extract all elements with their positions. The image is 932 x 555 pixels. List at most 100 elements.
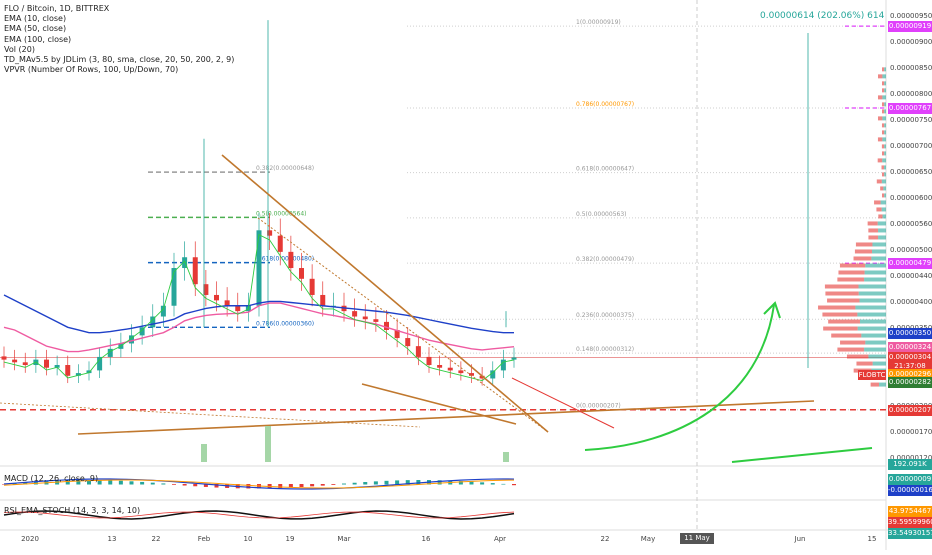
vpvr-bar-down: [882, 193, 885, 198]
vpvr-bar-up: [884, 81, 886, 86]
fib-left-label: 0.618(0.00000480): [256, 256, 314, 263]
vpvr-bar-up: [865, 340, 886, 345]
candle-body: [437, 365, 443, 368]
indicator-value-label: 39.59599960: [888, 517, 932, 528]
price-label: 0.00000207: [888, 404, 932, 416]
macd-histogram: [299, 484, 304, 488]
arrow-line: [731, 447, 873, 463]
candle-body: [352, 311, 358, 317]
vpvr-bar-down: [825, 291, 859, 296]
vpvr-bar-up: [884, 130, 886, 135]
indicator-ema50[interactable]: EMA (50, close): [4, 24, 234, 34]
indicator-value-label: -0.00000016: [888, 485, 932, 496]
macd-histogram: [310, 484, 315, 487]
macd-histogram: [480, 482, 485, 485]
fib-right-label: 0.786(0.00000767): [576, 101, 634, 108]
price-label: 0.00000767: [888, 102, 932, 114]
vpvr-bar-up: [883, 165, 886, 170]
candle-body: [288, 251, 294, 269]
x-axis-tick: 22: [600, 535, 610, 543]
candle-body: [447, 367, 453, 371]
x-axis-tick: 19: [285, 535, 295, 543]
x-axis-tick: 13: [107, 535, 117, 543]
indicator-ema10[interactable]: EMA (10, close): [4, 14, 234, 24]
vpvr-bar-up: [871, 256, 886, 261]
candle-body: [12, 359, 18, 363]
vpvr-bar-down: [877, 95, 883, 100]
rsi-label[interactable]: RSI_EMA_STOCH (14, 3, 3, 14, 10): [4, 506, 140, 515]
indicator-ema100[interactable]: EMA (100, close): [4, 35, 234, 45]
vpvr-bar-down: [877, 158, 883, 163]
vpvr-bar-down: [876, 207, 882, 212]
macd-histogram: [490, 483, 495, 485]
candle-body: [405, 338, 411, 347]
vpvr-bar-up: [865, 263, 886, 268]
vpvr-bar-up: [884, 193, 886, 198]
x-axis-tick: 15: [867, 535, 877, 543]
vpvr-bar-down: [856, 361, 873, 366]
fib-right-label: 0.236(0.00000375): [576, 312, 634, 319]
x-axis-tick: Jun: [794, 535, 806, 543]
chart-svg[interactable]: 1(0.00000919) 0.786(0.00000767) 0.618(0.00…: [0, 0, 932, 550]
vpvr-bar-up: [857, 312, 886, 317]
macd-histogram: [512, 484, 516, 486]
macd-histogram: [140, 481, 145, 485]
vpvr-bar-down: [823, 326, 858, 331]
vpvr-bar-up: [882, 158, 886, 163]
vpvr-bar-up: [864, 347, 886, 352]
price-label: 0.00000324: [888, 341, 932, 353]
vpvr-bar-up: [884, 88, 886, 93]
vpvr-bar-down: [868, 228, 879, 233]
indicator-volume[interactable]: Vol (20): [4, 45, 234, 55]
vpvr-bar-down: [882, 109, 885, 114]
vpvr-bar-down: [882, 151, 885, 156]
vpvr-bar-up: [877, 221, 886, 226]
fib-right-label: 0.382(0.00000479): [576, 256, 634, 263]
indicator-vpvr[interactable]: VPVR (Number Of Rows, 100, Up/Down, 70): [4, 65, 234, 75]
fib-right-label: 0(0.00000207): [576, 403, 621, 410]
vpvr-bar-up: [884, 123, 886, 128]
vpvr-bar-up: [882, 137, 886, 142]
vpvr-bar-up: [858, 284, 886, 289]
candle-body: [224, 300, 230, 306]
candle-body: [511, 357, 517, 360]
measure-label: 0.00000614 (202.06%) 614: [760, 11, 885, 21]
vpvr-bar-up: [857, 326, 886, 331]
vpvr-bar-up: [882, 214, 886, 219]
indicator-value-label: 0.00000009: [888, 474, 932, 485]
vpvr-bar-up: [882, 95, 886, 100]
price-label: 0.00000479: [888, 258, 932, 270]
y-axis-tick: 0.00000900: [890, 38, 932, 46]
macd-histogram: [363, 482, 368, 485]
vpvr-bar-down: [868, 235, 879, 240]
vpvr-bar-up: [855, 305, 886, 310]
indicator-value-label: 33.54930157: [888, 528, 932, 539]
vpvr-bar-down: [882, 88, 885, 93]
vpvr-bar-up: [884, 109, 886, 114]
y-axis-tick: 0.00000750: [890, 116, 932, 124]
vpvr-bar-down: [831, 333, 862, 338]
vpvr-bar-down: [818, 305, 856, 310]
vpvr-bar-up: [881, 179, 886, 184]
vpvr-bar-down: [824, 284, 859, 289]
vpvr-bar-up: [878, 235, 886, 240]
chart-area[interactable]: 1(0.00000919) 0.786(0.00000767) 0.618(0.00…: [0, 0, 932, 550]
indicator-td-ma[interactable]: TD_MAv5.5 by JDLim (3, 80, sma, close, 2…: [4, 55, 234, 65]
macd-label[interactable]: MACD (12, 26, close, 9): [4, 474, 98, 483]
vpvr-bar-up: [861, 333, 886, 338]
candle-body: [373, 319, 379, 322]
y-axis-tick: 0.00000600: [890, 194, 932, 202]
fib-right-label: 0.618(0.00000647): [576, 166, 634, 173]
price-label: 0.00000282: [888, 376, 932, 388]
y-axis-tick: 0.00000560: [890, 220, 932, 228]
fib-left-label: 0.786(0.00000360): [256, 320, 314, 327]
price-label: 0.00000919: [888, 21, 932, 33]
vpvr-bar-down: [840, 340, 866, 345]
candle-body: [458, 370, 464, 374]
price-label: 0.00000350: [888, 327, 932, 339]
vpvr-bar-up: [878, 228, 886, 233]
candle-body: [22, 362, 28, 366]
macd-histogram: [342, 483, 346, 485]
y-axis-tick: 0.00000440: [890, 272, 932, 280]
macd-histogram: [129, 481, 134, 485]
